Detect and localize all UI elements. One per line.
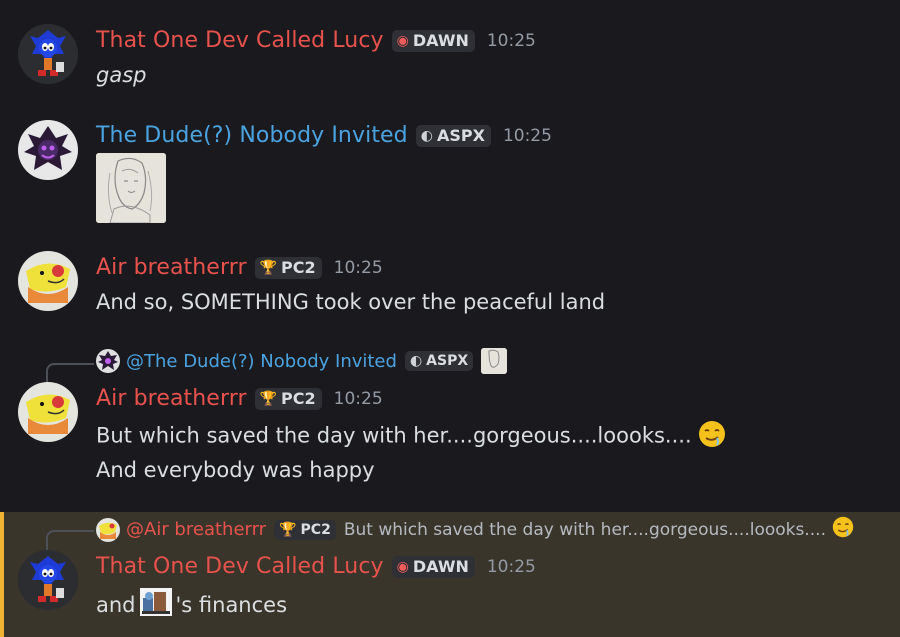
username[interactable]: The Dude(?) Nobody Invited — [96, 123, 408, 148]
server-tag[interactable]: 🏆 PC2 — [254, 256, 322, 279]
avatar[interactable] — [18, 24, 78, 84]
reply-preview[interactable]: @Air breatherrr 🏆 PC2 But which saved th… — [96, 516, 854, 543]
message-text-post: 's finances — [175, 592, 288, 617]
duck-avatar-icon — [96, 517, 120, 542]
dawn-icon: ◉ — [396, 558, 409, 575]
message-text: But which saved the day with her....gorg… — [96, 420, 726, 453]
reply-server-tag[interactable]: 🏆 PC2 — [274, 519, 336, 540]
message-text: gasp — [96, 63, 147, 87]
reply-connector — [46, 363, 94, 383]
timestamp[interactable]: 10:25 — [503, 126, 552, 146]
drooling-face-emoji-icon — [832, 516, 854, 543]
duck-avatar-icon — [18, 382, 78, 442]
reply-server-tag[interactable]: ◐ ASPX — [404, 351, 474, 371]
aspx-icon: ◐ — [420, 127, 433, 144]
avatar[interactable] — [18, 251, 78, 311]
trophy-icon: 🏆 — [279, 521, 297, 538]
dark-mask-avatar-icon — [96, 349, 120, 373]
avatar[interactable] — [18, 382, 78, 442]
reply-mention[interactable]: @Air breatherrr — [126, 519, 266, 540]
dark-mask-avatar-icon — [18, 120, 78, 180]
timestamp[interactable]: 10:25 — [334, 389, 383, 409]
message-text-line: But which saved the day with her....gorg… — [96, 423, 692, 448]
server-tag[interactable]: ◐ ASPX — [415, 124, 491, 147]
drooling-face-emoji-icon[interactable] — [698, 420, 726, 453]
server-tag-label: PC2 — [281, 258, 316, 277]
username[interactable]: Air breatherrr — [96, 255, 247, 280]
server-tag[interactable]: ◉ DAWN — [391, 555, 475, 578]
sonic-avatar-icon — [18, 24, 78, 84]
duck-avatar-icon — [18, 251, 78, 311]
username[interactable]: That One Dev Called Lucy — [96, 554, 384, 579]
reply-avatar — [96, 517, 120, 542]
message-text: And so, SOMETHING took over the peaceful… — [96, 290, 606, 314]
sketch-image-icon — [481, 348, 508, 374]
avatar[interactable] — [18, 550, 78, 610]
message-text: and 's finances — [96, 588, 287, 621]
server-tag-label: DAWN — [412, 31, 469, 50]
message-text-pre: and — [96, 592, 136, 617]
username[interactable]: Air breatherrr — [96, 386, 247, 411]
trophy-icon: 🏆 — [259, 390, 278, 407]
sonic-avatar-icon — [18, 550, 78, 610]
sketch-image-icon — [96, 153, 166, 223]
server-tag[interactable]: 🏆 PC2 — [254, 387, 322, 410]
server-tag-label: ASPX — [426, 353, 469, 369]
reply-mention[interactable]: @The Dude(?) Nobody Invited — [126, 351, 397, 372]
reply-avatar — [96, 349, 120, 373]
reply-text[interactable]: But which saved the day with her....gorg… — [344, 520, 826, 540]
custom-emoji-icon[interactable] — [139, 588, 172, 621]
server-tag-label: DAWN — [412, 557, 469, 576]
reply-connector — [46, 530, 94, 550]
server-tag-label: PC2 — [300, 521, 331, 538]
reply-image-icon — [481, 348, 508, 374]
aspx-icon: ◐ — [409, 353, 423, 369]
dawn-icon: ◉ — [396, 32, 409, 49]
image-attachment[interactable] — [96, 153, 166, 223]
timestamp[interactable]: 10:25 — [334, 258, 383, 278]
trophy-icon: 🏆 — [259, 259, 278, 276]
reply-preview[interactable]: @The Dude(?) Nobody Invited ◐ ASPX — [96, 348, 508, 374]
timestamp[interactable]: 10:25 — [487, 31, 536, 51]
timestamp[interactable]: 10:25 — [487, 557, 536, 577]
avatar[interactable] — [18, 120, 78, 180]
username[interactable]: That One Dev Called Lucy — [96, 28, 384, 53]
server-tag[interactable]: ◉ DAWN — [391, 29, 475, 52]
server-tag-label: ASPX — [436, 126, 485, 145]
server-tag-label: PC2 — [281, 389, 316, 408]
message-text-line-2: And everybody was happy — [96, 458, 375, 482]
